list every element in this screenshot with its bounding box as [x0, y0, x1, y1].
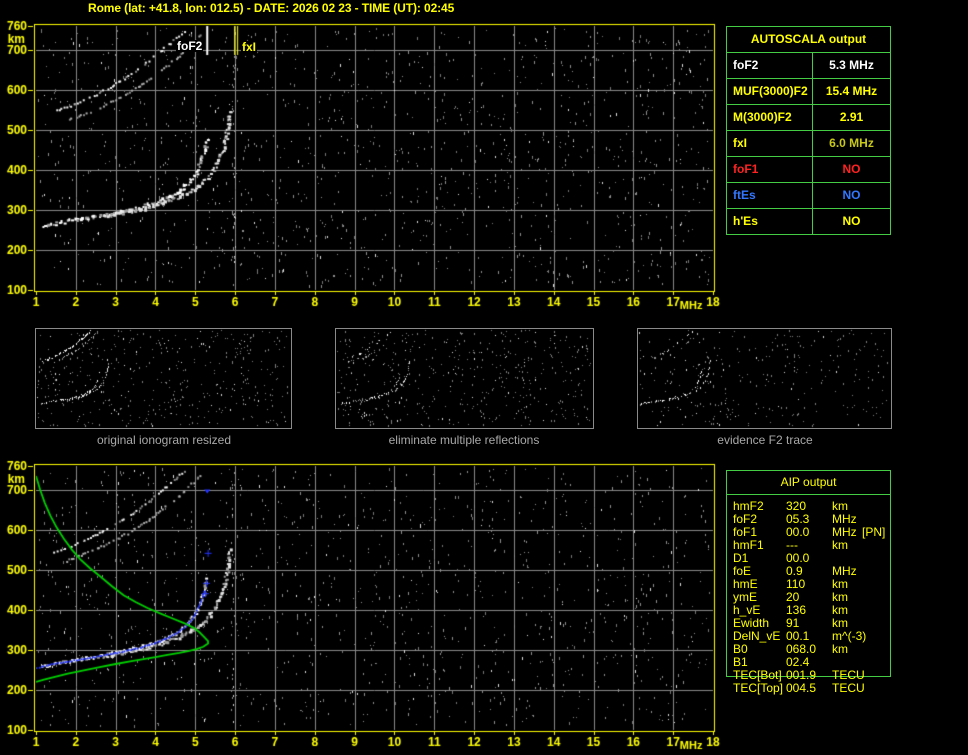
- autoscala-row-label: ftEs: [727, 183, 813, 208]
- aip-table-header: AIP output: [727, 471, 890, 495]
- aip-row-unit: TECU: [832, 681, 865, 695]
- autoscala-row-label: M(3000)F2: [727, 105, 813, 130]
- autoscala-row-value: 6.0 MHz: [829, 136, 874, 150]
- autoscala-row-hes: h'Es NO: [727, 209, 890, 234]
- autoscala-row-value: NO: [842, 188, 861, 202]
- autoscala-row-ftes: ftEs NO: [727, 183, 890, 209]
- page-title: Rome (lat: +41.8, lon: 012.5) - DATE: 20…: [88, 1, 455, 15]
- aip-table-rows: hmF2 320 km foF2 05.3 MHz foF1 00.0 MHz [PN] hm…: [727, 495, 890, 695]
- aip-row-tectop: TEC[Top] 004.5 TECU: [727, 682, 890, 695]
- autoscala-row-value: NO: [842, 214, 861, 228]
- thumbnail-caption-eliminate: eliminate multiple reflections: [388, 433, 540, 447]
- thumbnail-evidence-f2-trace: [637, 328, 892, 429]
- aip-row-label: TEC[Top]: [733, 681, 784, 695]
- autoscala-row-label: h'Es: [727, 209, 813, 234]
- autoscala-row-label: foF2: [727, 53, 813, 78]
- autoscala-row-value: NO: [842, 162, 861, 176]
- aip-row-extra: [PN]: [862, 525, 886, 539]
- aip-output-table: AIP output hmF2 320 km foF2 05.3 MHz foF1 00.…: [726, 470, 891, 695]
- autoscala-row-value: 2.91: [839, 110, 864, 124]
- autoscala-ionogram-page: Rome (lat: +41.8, lon: 012.5) - DATE: 20…: [0, 0, 968, 755]
- thumbnail-caption-original: original ionogram resized: [96, 433, 232, 447]
- autoscala-row-label: MUF(3000)F2: [727, 79, 813, 104]
- autoscala-row-m3000f2: M(3000)F2 2.91: [727, 105, 890, 131]
- aip-row-d1: D1 00.0: [727, 552, 890, 565]
- autoscala-output-table: AUTOSCALA output foF2 5.3 MHz MUF(3000)F…: [726, 26, 891, 235]
- aip-row-value: 004.5: [786, 681, 817, 695]
- autoscala-row-fof2: foF2 5.3 MHz: [727, 53, 890, 79]
- aip-row-unit: km: [832, 642, 848, 656]
- autoscala-row-value: 5.3 MHz: [829, 58, 874, 72]
- fxi-annotation-label: fxI: [241, 40, 258, 54]
- thumbnail-eliminate-reflections: [335, 328, 594, 429]
- autoscala-row-fof1: foF1 NO: [727, 157, 890, 183]
- aip-row-unit: km: [832, 538, 848, 552]
- autoscala-row-muf3000f2: MUF(3000)F2 15.4 MHz: [727, 79, 890, 105]
- thumbnail-caption-evidence: evidence F2 trace: [717, 433, 813, 447]
- autoscala-row-label: fxI: [727, 131, 813, 156]
- autoscala-row-label: foF1: [727, 157, 813, 182]
- autoscala-row-value: 15.4 MHz: [825, 84, 878, 98]
- autoscala-table-header: AUTOSCALA output: [727, 27, 890, 53]
- autoscala-row-fxi: fxI 6.0 MHz: [727, 131, 890, 157]
- fof2-annotation-label: foF2: [176, 39, 204, 53]
- thumbnail-original-ionogram: [35, 328, 292, 429]
